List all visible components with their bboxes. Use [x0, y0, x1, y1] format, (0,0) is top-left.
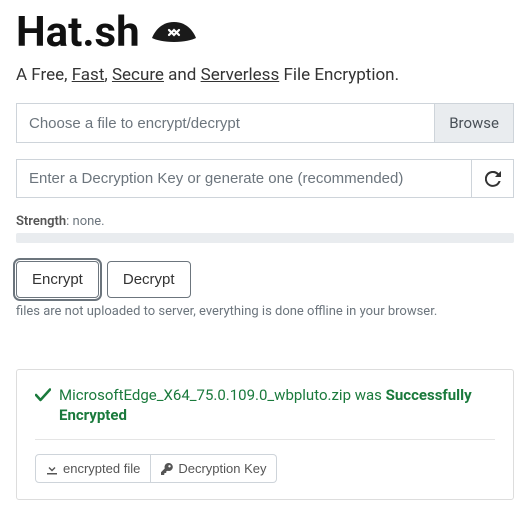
- offline-hint: files are not uploaded to server, everyt…: [16, 304, 514, 319]
- download-file-button[interactable]: encrypted file: [35, 454, 151, 483]
- decryption-key-input[interactable]: [16, 159, 472, 198]
- strength-value: : none.: [66, 214, 104, 229]
- tagline-prefix: A Free,: [16, 65, 72, 85]
- generate-key-button[interactable]: [472, 159, 514, 198]
- tagline-fast: Fast: [72, 65, 105, 85]
- app-title: Hat.sh: [16, 8, 140, 57]
- download-key-label: Decryption Key: [178, 461, 266, 476]
- refresh-icon: [485, 171, 501, 187]
- header: Hat.sh: [16, 8, 514, 57]
- check-icon: [35, 388, 51, 402]
- encrypt-button[interactable]: Encrypt: [16, 261, 99, 298]
- download-key-button[interactable]: Decryption Key: [151, 454, 277, 483]
- hat-logo-icon: [150, 18, 198, 48]
- result-message: MicrosoftEdge_X64_75.0.109.0_wbpluto.zip…: [35, 386, 495, 425]
- file-picker-group: Browse: [16, 103, 514, 143]
- tagline-sep2: and: [164, 65, 201, 85]
- result-filename: MicrosoftEdge_X64_75.0.109.0_wbpluto.zip: [59, 386, 351, 404]
- result-divider: [35, 439, 495, 440]
- tagline-serverless: Serverless: [201, 65, 280, 85]
- tagline-sep1: ,: [104, 65, 112, 85]
- tagline-suffix: File Encryption.: [279, 65, 399, 85]
- strength-bar: [16, 233, 514, 243]
- file-path-input[interactable]: [16, 103, 435, 143]
- strength-indicator: Strength: none.: [16, 214, 514, 229]
- result-verb: was: [351, 386, 386, 404]
- result-text: MicrosoftEdge_X64_75.0.109.0_wbpluto.zip…: [59, 386, 495, 425]
- key-input-group: [16, 159, 514, 198]
- action-row: Encrypt Decrypt: [16, 261, 514, 298]
- download-group: encrypted file Decryption Key: [35, 454, 277, 483]
- strength-label: Strength: [16, 214, 66, 229]
- decrypt-button[interactable]: Decrypt: [107, 261, 191, 298]
- download-file-label: encrypted file: [63, 461, 140, 476]
- download-icon: [46, 463, 58, 475]
- result-panel: MicrosoftEdge_X64_75.0.109.0_wbpluto.zip…: [16, 369, 514, 500]
- tagline: A Free, Fast, Secure and Serverless File…: [16, 65, 514, 85]
- browse-button[interactable]: Browse: [435, 103, 514, 143]
- tagline-secure: Secure: [112, 65, 164, 85]
- key-icon: [161, 463, 173, 475]
